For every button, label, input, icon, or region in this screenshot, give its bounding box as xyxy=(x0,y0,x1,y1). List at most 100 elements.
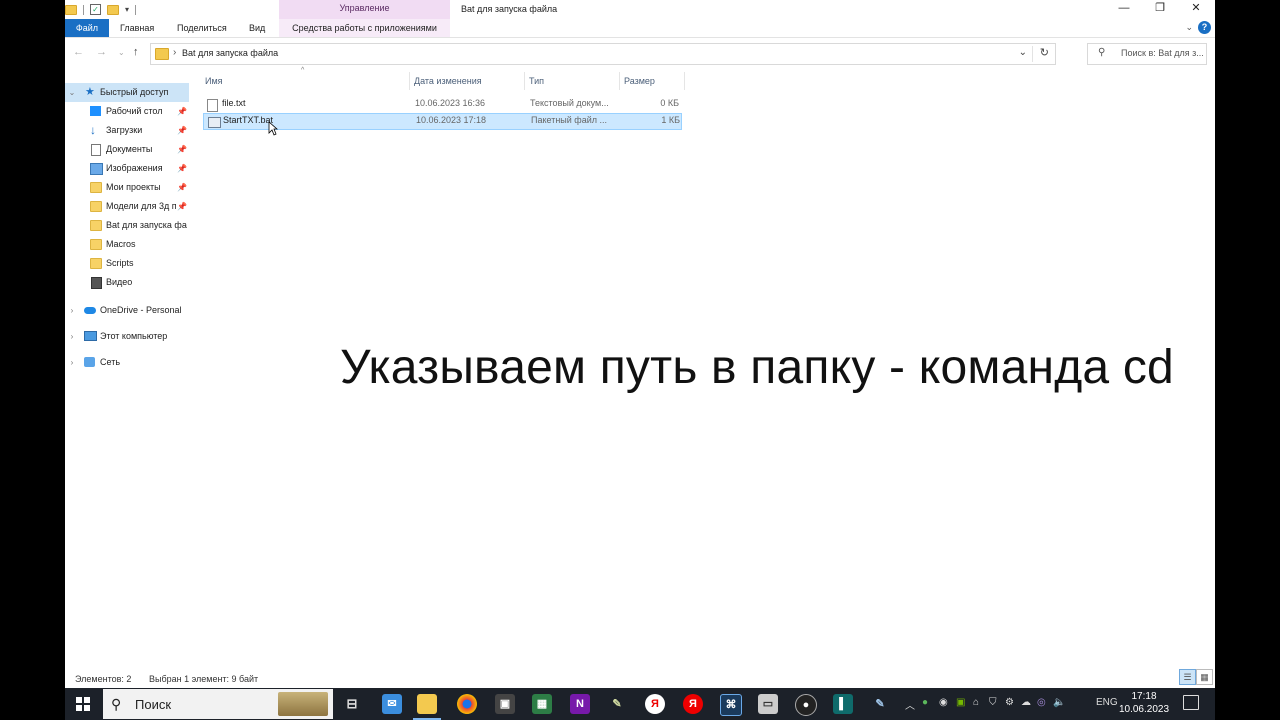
expand-ribbon-icon[interactable]: ⌄ xyxy=(1185,22,1193,33)
language-indicator[interactable]: ENG xyxy=(1096,697,1118,708)
file-row[interactable]: file.txt 10.06.2023 16:36 Текстовый доку… xyxy=(203,96,682,113)
navigation-pane: ⌄ ★ Быстрый доступ Рабочий стол 📌 ↓ Загр… xyxy=(65,75,191,665)
breadcrumb[interactable]: Bat для запуска файла xyxy=(182,48,278,58)
video-icon xyxy=(91,277,102,289)
nav-item-bat-folder[interactable]: Bat для запуска фа xyxy=(65,216,189,235)
tray-app-icon[interactable]: ● xyxy=(922,697,928,708)
column-header-date[interactable]: Дата изменения xyxy=(414,72,524,90)
clock[interactable]: 17:18 10.06.2023 xyxy=(1117,690,1171,716)
close-button[interactable]: ✕ xyxy=(1178,0,1214,19)
terminal-icon[interactable]: ▌ xyxy=(833,694,853,714)
expand-chevron-icon[interactable]: › xyxy=(67,353,77,372)
pen-tool-icon[interactable]: ✎ xyxy=(607,694,627,714)
obs-icon[interactable]: ● xyxy=(795,694,817,716)
tray-shield-icon[interactable]: ⛉ xyxy=(989,697,997,708)
pin-icon[interactable]: 📌 xyxy=(177,178,187,197)
mail-app-icon[interactable]: ✉ xyxy=(382,694,402,714)
column-header-type[interactable]: Тип xyxy=(529,72,619,90)
onenote-icon[interactable]: N xyxy=(570,694,590,714)
separator xyxy=(135,4,137,15)
large-icons-view-icon[interactable]: ▦ xyxy=(1196,669,1213,685)
tray-chrome-icon[interactable]: ◉ xyxy=(939,697,948,708)
nav-item-documents[interactable]: Документы 📌 xyxy=(65,140,189,159)
column-divider[interactable] xyxy=(684,72,685,90)
column-divider[interactable] xyxy=(524,72,525,90)
mouse-cursor-icon xyxy=(268,121,278,136)
pin-icon[interactable]: 📌 xyxy=(177,159,187,178)
expand-chevron-icon[interactable]: › xyxy=(67,301,77,320)
column-header-size[interactable]: Размер xyxy=(624,72,684,90)
minimize-button[interactable]: — xyxy=(1106,0,1142,19)
tab-home[interactable]: Главная xyxy=(120,19,154,37)
nav-item-pictures[interactable]: Изображения 📌 xyxy=(65,159,189,178)
nav-item-scripts[interactable]: Scripts xyxy=(65,254,189,273)
tab-share[interactable]: Поделиться xyxy=(177,19,227,37)
notifications-icon[interactable] xyxy=(1183,695,1199,710)
notepad-icon[interactable]: ✎ xyxy=(870,694,890,714)
breadcrumb-chevron-icon[interactable]: › xyxy=(173,47,176,58)
remote-desktop-icon[interactable]: ⌘ xyxy=(720,694,742,716)
store-icon[interactable]: ▣ xyxy=(495,694,515,714)
taskbar-search[interactable]: ⚲ Поиск xyxy=(103,689,333,719)
search-highlight-image[interactable] xyxy=(278,692,328,716)
nav-item-my-projects[interactable]: Мои проекты 📌 xyxy=(65,178,189,197)
tab-app-tools[interactable]: Средства работы с приложениями xyxy=(279,19,450,37)
collapse-chevron-icon[interactable]: ⌄ xyxy=(67,83,77,102)
tab-view[interactable]: Вид xyxy=(249,19,265,37)
nav-item-desktop[interactable]: Рабочий стол 📌 xyxy=(65,102,189,121)
tab-file[interactable]: Файл xyxy=(65,19,109,37)
pin-icon[interactable]: 📌 xyxy=(177,121,187,140)
onedrive-tray-icon[interactable]: ☁ xyxy=(1021,697,1031,708)
forward-icon[interactable]: → xyxy=(96,46,107,58)
yandex-browser-icon[interactable]: Я xyxy=(645,694,665,714)
nav-item-quick-access[interactable]: ⌄ ★ Быстрый доступ xyxy=(65,83,189,102)
address-bar[interactable]: › Bat для запуска файла ⌄ ↻ xyxy=(150,43,1056,65)
nav-item-onedrive[interactable]: › OneDrive - Personal xyxy=(65,301,189,320)
yandex-icon[interactable]: Я xyxy=(683,694,703,714)
ribbon-tabs: Файл Главная Поделиться Вид Средства раб… xyxy=(65,19,1215,38)
desktop-icon xyxy=(90,106,101,116)
column-divider[interactable] xyxy=(619,72,620,90)
chrome-icon[interactable] xyxy=(457,694,477,714)
nav-item-label: Модели для 3д п xyxy=(106,201,176,211)
tray-overflow-icon[interactable]: ︿ xyxy=(905,697,915,712)
recent-locations-icon[interactable]: ⌄ xyxy=(118,48,125,57)
back-icon[interactable]: ← xyxy=(73,46,84,58)
nav-item-this-pc[interactable]: › Этот компьютер xyxy=(65,327,189,346)
tray-network-icon[interactable]: ⌂ xyxy=(973,697,979,708)
nav-item-3d-models[interactable]: Модели для 3д п 📌 xyxy=(65,197,189,216)
column-header-name[interactable]: Имя xyxy=(205,72,405,90)
explorer-window: ✓ ▾ Управление Bat для запуска файла — ❐… xyxy=(65,0,1215,688)
calculator-icon[interactable]: ▦ xyxy=(532,694,552,714)
help-icon[interactable]: ? xyxy=(1198,21,1211,34)
properties-icon[interactable]: ✓ xyxy=(90,4,101,15)
column-divider[interactable] xyxy=(409,72,410,90)
volume-icon[interactable]: 🔈 xyxy=(1053,697,1065,708)
nav-item-macros[interactable]: Macros xyxy=(65,235,189,254)
tray-app2-icon[interactable]: ⚙ xyxy=(1005,697,1014,708)
maximize-button[interactable]: ❐ xyxy=(1142,0,1178,19)
nav-item-network[interactable]: › Сеть xyxy=(65,353,189,372)
pin-icon[interactable]: 📌 xyxy=(177,102,187,121)
folder-icon[interactable] xyxy=(65,4,77,15)
pin-icon[interactable]: 📌 xyxy=(177,140,187,159)
customize-toolbar-icon[interactable]: ▾ xyxy=(125,5,129,14)
expand-chevron-icon[interactable]: › xyxy=(67,327,77,346)
nvidia-icon[interactable]: ▣ xyxy=(956,697,965,708)
app-icon[interactable]: ▭ xyxy=(758,694,778,714)
new-folder-icon[interactable] xyxy=(107,4,119,15)
details-view-icon[interactable]: ☰ xyxy=(1179,669,1196,685)
up-icon[interactable]: ↑ xyxy=(133,46,139,58)
address-dropdown-icon[interactable]: ⌄ xyxy=(1019,47,1027,58)
file-explorer-icon[interactable] xyxy=(413,694,441,720)
nav-item-downloads[interactable]: ↓ Загрузки 📌 xyxy=(65,121,189,140)
windows-start-icon[interactable] xyxy=(76,697,90,711)
nav-item-videos[interactable]: Видео xyxy=(65,273,189,292)
file-date: 10.06.2023 16:36 xyxy=(415,98,486,108)
pin-icon[interactable]: 📌 xyxy=(177,197,187,216)
refresh-icon[interactable]: ↻ xyxy=(1040,46,1049,59)
viber-icon[interactable]: ◎ xyxy=(1037,697,1046,708)
item-count: Элементов: 2 xyxy=(75,674,132,684)
task-view-icon[interactable]: ⊟ xyxy=(342,694,362,714)
search-input[interactable]: ⚲ Поиск в: Bat для з... xyxy=(1087,43,1207,65)
